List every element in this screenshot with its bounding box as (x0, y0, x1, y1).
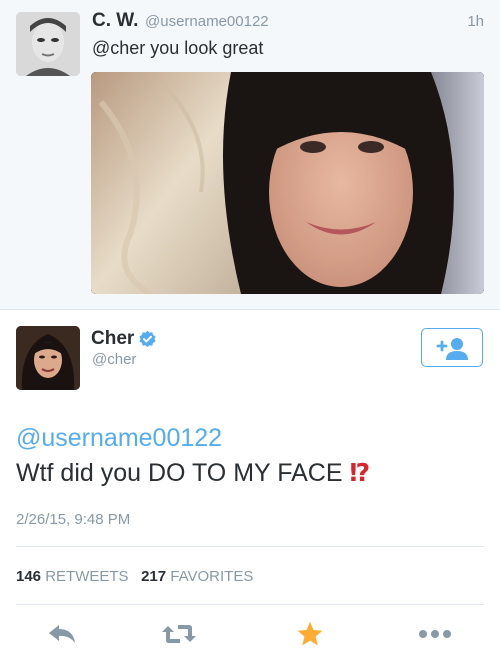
parent-author-name[interactable]: C. W. (92, 10, 138, 32)
divider (16, 546, 484, 547)
follow-button[interactable] (421, 328, 483, 367)
retweet-icon (162, 625, 196, 643)
author-name[interactable]: Cher (91, 328, 134, 350)
retweets-label[interactable]: RETWEETS (45, 568, 128, 585)
tweet-date: 2/26/15, 9:48 PM (16, 511, 131, 528)
retweets-count[interactable]: 146 (16, 568, 41, 585)
parent-tweet-text: @cher you look great (92, 38, 264, 58)
tweet-text: Wtf did you DO TO MY FACE ⁉ (16, 458, 370, 488)
action-bar (0, 616, 500, 652)
parent-avatar[interactable] (16, 12, 80, 76)
mention-link[interactable]: @username00122 (16, 424, 222, 453)
tweet-stats: 146 RETWEETS 217 FAVORITES (16, 568, 253, 585)
verified-badge-icon (139, 330, 156, 348)
parent-timestamp: 1h (467, 13, 484, 30)
add-user-icon (436, 337, 468, 360)
favorite-button[interactable] (290, 616, 330, 652)
author-handle[interactable]: @cher (92, 351, 136, 368)
favorites-count[interactable]: 217 (141, 568, 166, 585)
reply-icon (49, 625, 75, 643)
author-avatar[interactable] (16, 326, 80, 390)
retweet-button[interactable] (159, 616, 199, 652)
star-icon (297, 621, 323, 646)
divider (16, 604, 484, 605)
parent-author-handle[interactable]: @username00122 (145, 13, 269, 30)
tweet-photo[interactable] (91, 72, 484, 294)
reply-button[interactable] (42, 616, 82, 652)
tweet-text-body: Wtf did you DO TO MY FACE (16, 459, 343, 487)
parent-tweet[interactable]: C. W. @username00122 1h @cher you look g… (0, 0, 500, 310)
more-button[interactable] (415, 616, 455, 652)
interrobang-emoji: ⁉ (349, 459, 371, 487)
more-dots-icon (419, 630, 451, 638)
favorites-label[interactable]: FAVORITES (170, 568, 253, 585)
